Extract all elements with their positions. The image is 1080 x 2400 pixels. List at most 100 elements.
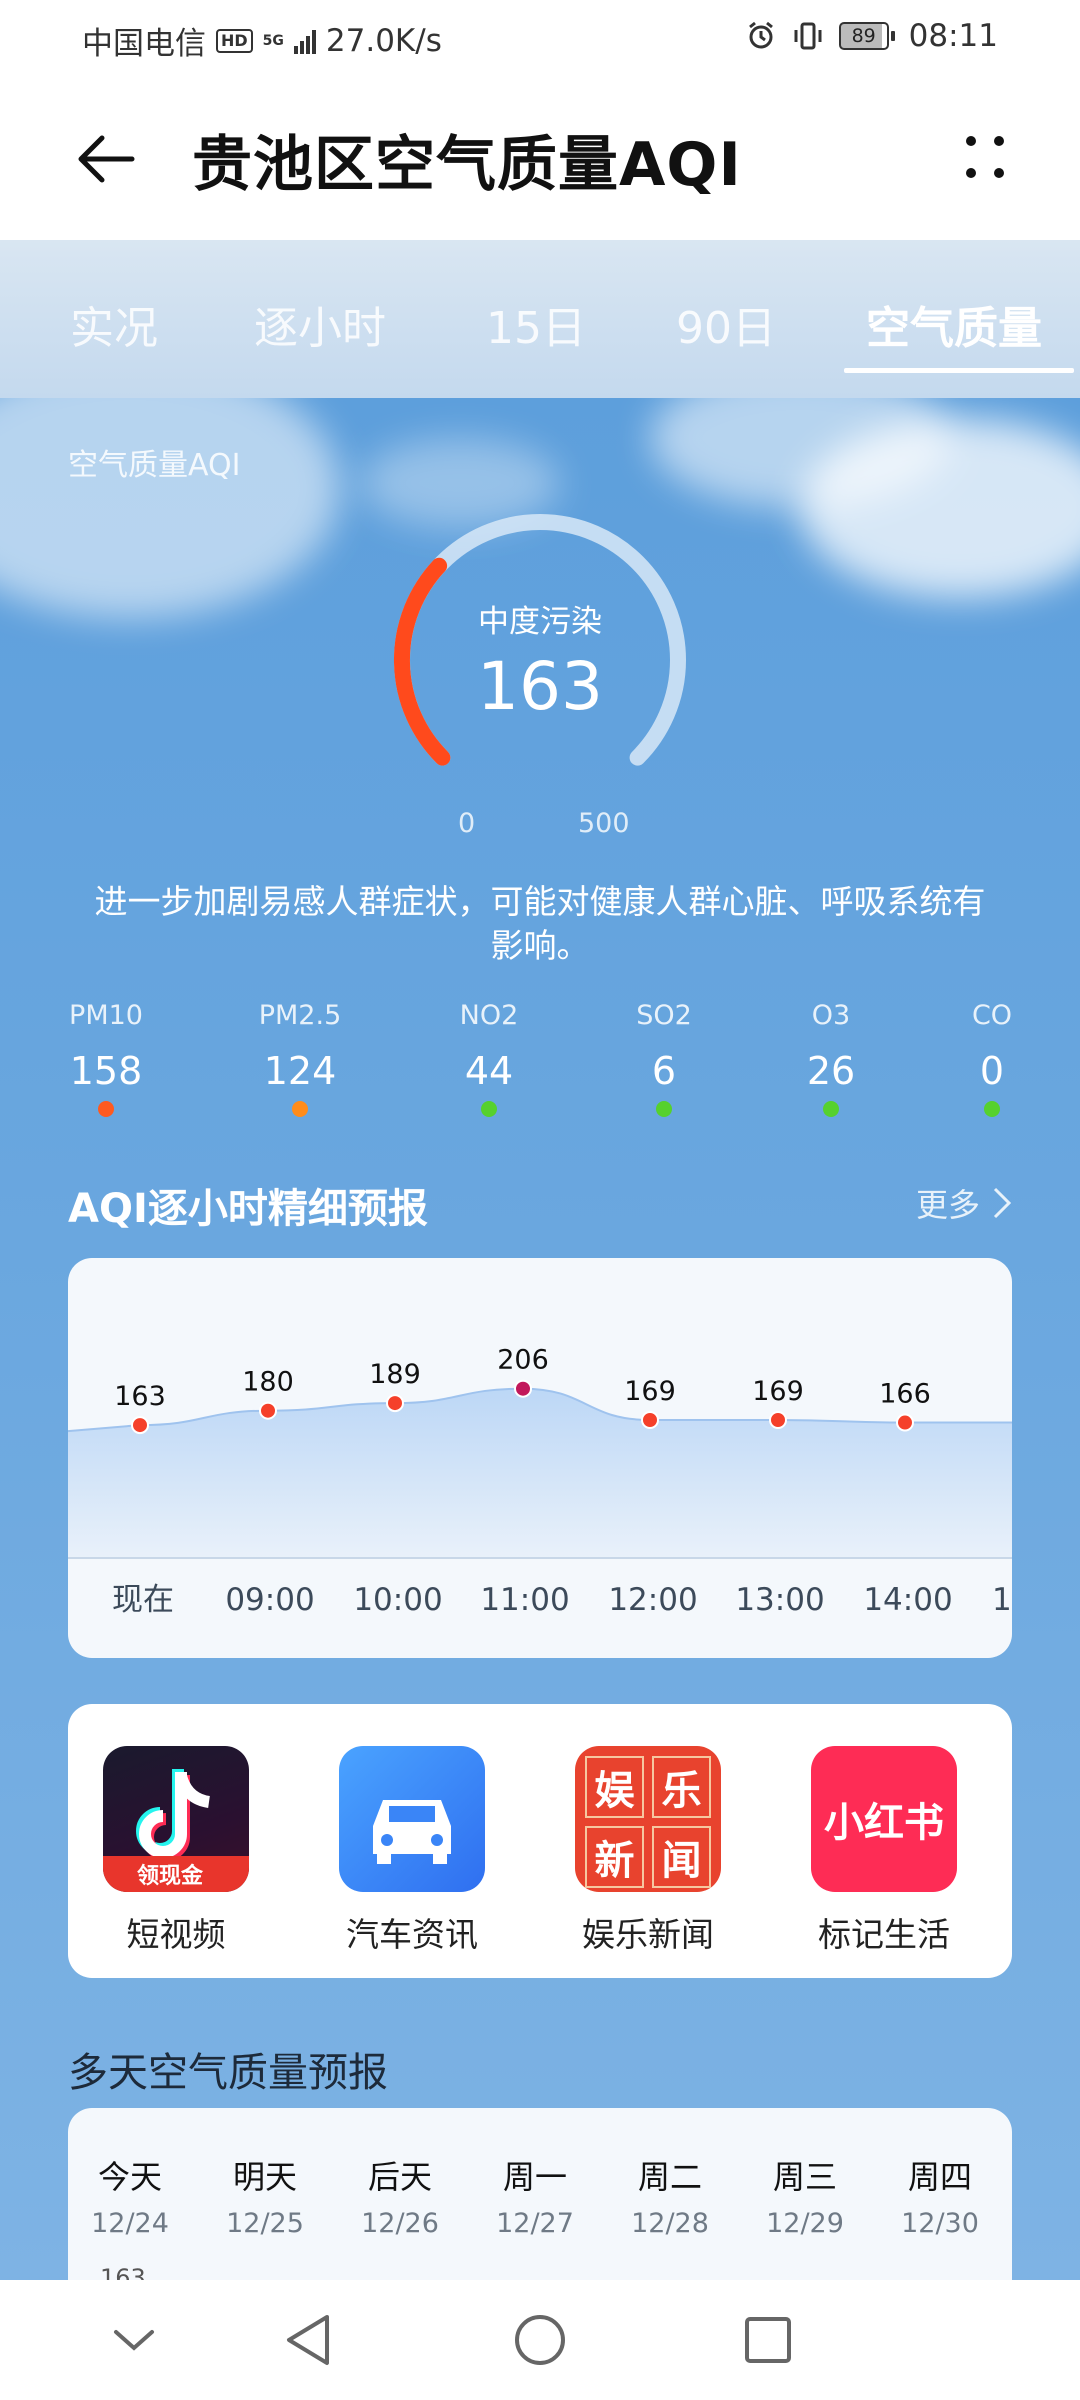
day-name: 周三 [772,2158,837,2196]
pollutant-name: SO2 [636,1000,692,1031]
pollutant-pm25[interactable]: PM2.5 124 [230,1000,370,1117]
tab-15-day[interactable]: 15日 [486,292,586,356]
pollutant-value: 26 [806,1049,856,1093]
day-date: 12/28 [631,2208,709,2239]
pollutant-row: PM10 158 PM2.5 124 NO2 44 SO2 6 O3 26 CO… [0,1000,1080,1140]
pollutant-o3[interactable]: O3 26 [761,1000,901,1117]
day-date: 12/26 [361,2208,439,2239]
chart-x-tick-label: 13:00 [735,1582,824,1618]
alarm-icon [748,21,773,49]
douyin-icon: 领现金 [103,1746,249,1892]
app-short-video[interactable]: 领现金 短视频 [86,1746,266,1956]
app-car-news[interactable]: 汽车资讯 [322,1746,502,1956]
pollutant-pm10[interactable]: PM10 158 [36,1000,176,1117]
chart-point[interactable] [769,1411,787,1429]
icon-char: 新 [585,1826,644,1888]
carrier-label: 中国电信 [82,26,206,62]
tab-90-day[interactable]: 90日 [676,292,776,356]
day-name: 明天 [232,2158,297,2196]
back-triangle-icon[interactable] [270,2302,346,2378]
app-shortcuts-card: 领现金 短视频 汽车资讯 娱 乐 新 闻 娱乐新闻 小红书 标记生活 [68,1704,1012,1978]
app-label: 短视频 [126,1915,226,1954]
day-date: 12/29 [766,2208,844,2239]
pollutant-level-dot [823,1101,839,1117]
clock: 08:11 [908,18,998,54]
pollutant-level-dot [292,1101,308,1117]
day-date: 12/27 [496,2208,574,2239]
tab-air-quality[interactable]: 空气质量 [866,292,1042,356]
gauge-max-label: 500 [578,808,630,839]
chart-data-label: 206 [497,1345,549,1376]
chart-area [68,1388,1012,1558]
chart-x-tick-label: 14:00 [863,1582,952,1618]
chart-data-label: 166 [879,1379,931,1410]
chart-x-tick-label: 12:00 [608,1582,697,1618]
chart-x-tick-label: 10:00 [353,1582,442,1618]
app-header: 贵池区空气质量AQI [0,76,1080,240]
day-item: 后天 12/26 [340,2152,460,2239]
pollutant-value: 0 [979,1049,1005,1093]
hourly-chart-svg: 163 180 189 206 169 169 166 现在 09:00 10:00 11:00 12… [68,1345,1012,1618]
network-type-label: 5G [262,32,284,49]
home-circle-icon[interactable] [502,2302,578,2378]
pollutant-value: 6 [651,1049,677,1093]
chart-point[interactable] [641,1411,659,1429]
status-bar: 中国电信 HD 5G 27.0K/s 89 08:11 [0,0,1080,76]
app-xiaohongshu[interactable]: 小红书 标记生活 [794,1746,974,1956]
app-label: 汽车资讯 [346,1915,478,1954]
pollutant-level-dot [98,1101,114,1117]
collapse-chevron-icon[interactable] [96,2302,172,2378]
day-item: 今天 12/24 [70,2152,190,2239]
pollutant-name: CO [971,1000,1013,1031]
app-entertainment-news[interactable]: 娱 乐 新 闻 娱乐新闻 [558,1746,738,1956]
tab-hourly[interactable]: 逐小时 [254,292,386,356]
chart-point[interactable] [259,1401,277,1420]
aqi-section-label: 空气质量AQI [68,448,241,483]
pollutant-so2[interactable]: SO2 6 [594,1000,734,1117]
day-item: 明天 12/25 [205,2152,325,2239]
chevron-right-icon [993,1187,1012,1219]
aqi-description: 进一步加剧易感人群症状，可能对健康人群心脏、呼吸系统有影响。 [94,882,986,965]
page-title: 贵池区空气质量AQI [192,130,742,200]
chart-data-label: 180 [242,1367,294,1398]
chart-point[interactable] [896,1413,914,1432]
more-link[interactable]: 更多 [916,1180,1012,1226]
hd-icon: HD [216,28,253,53]
chart-x-tick-label: 11:00 [480,1582,569,1618]
hourly-aqi-chart[interactable]: 163 180 189 206 169 169 166 现在 09:00 10:00 11:00 12… [68,1258,1012,1658]
vibrate-icon [794,22,822,50]
battery-level: 89 [838,22,889,50]
hourly-forecast-title: AQI逐小时精细预报 [68,1186,428,1232]
recents-square-icon[interactable] [730,2302,806,2378]
active-tab-indicator [844,368,1074,373]
pollutant-co[interactable]: CO 0 [922,1000,1062,1117]
day-date: 12/25 [226,2208,304,2239]
aqi-status: 中度污染 [478,604,602,640]
chart-data-label: 163 [114,1381,166,1412]
day-name: 今天 [97,2158,162,2196]
day-item: 周一 12/27 [475,2152,595,2239]
chart-point[interactable] [131,1416,149,1435]
day-date: 12/24 [91,2208,169,2239]
back-arrow-icon[interactable] [72,124,142,194]
chart-x-tick-label: 09:00 [225,1582,314,1618]
icon-char: 闻 [652,1826,711,1888]
pollutant-name: PM10 [69,1000,143,1031]
tab-bar: 实况 逐小时 15日 90日 空气质量 [0,240,1080,398]
gauge-min-label: 0 [458,808,476,839]
pollutant-name: O3 [811,1000,851,1031]
status-right: 89 08:11 [745,18,998,54]
tab-live[interactable]: 实况 [70,292,158,356]
pollutant-no2[interactable]: NO2 44 [419,1000,559,1117]
more-options-icon[interactable] [950,124,1020,194]
chart-point[interactable] [386,1394,404,1413]
pollutant-level-dot [984,1101,1000,1117]
xiaohongshu-logo-text: 小红书 [824,1800,944,1846]
chart-x-tick-label: 现在 [112,1582,174,1618]
chart-x-tick-label: 1 [992,1582,1012,1618]
icon-char: 娱 [585,1756,644,1818]
pollutant-level-dot [481,1101,497,1117]
day-item: 周三 12/29 [745,2152,865,2239]
chart-point[interactable] [514,1379,532,1398]
aqi-value: 163 [477,648,603,725]
